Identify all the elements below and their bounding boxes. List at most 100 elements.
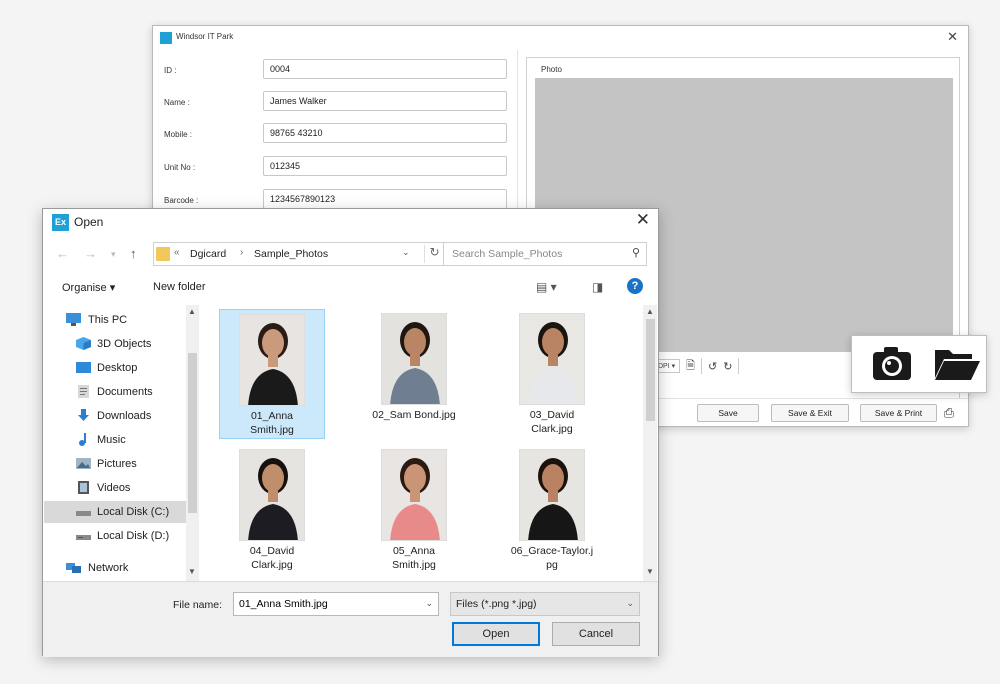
cube-icon [76,337,91,350]
chevron-down-icon[interactable]: ⌄ [626,598,634,609]
dialog-footer: File name: ⌄ Files (*.png *.jpg) ⌄ Open … [43,581,658,657]
open-file-dialog: Ex Open ✕ ← → ▾ ↑ « Dgicard › Sample_Pho… [42,208,659,657]
organise-button[interactable]: Organise ▾ [62,281,115,294]
photo-thumbnail [519,313,585,405]
photo-toolbar: DPI ▾ 🗎 ↺ ↻ [653,355,740,377]
file-item[interactable]: 04_David Clark.jpg [219,445,325,575]
back-arrow-icon[interactable]: ← [56,246,69,261]
file-item[interactable]: 01_Anna Smith.jpg [219,309,325,439]
nav-item-desktop[interactable]: Desktop [44,357,186,379]
search-input[interactable] [444,243,624,265]
file-list-scrollbar[interactable]: ▲ ▼ [643,305,657,581]
id-field[interactable]: 0004 [263,59,507,79]
save-print-button[interactable]: Save & Print [860,404,937,422]
file-name-combobox[interactable]: ⌄ [233,592,439,616]
nav-item-network[interactable]: Network [44,557,186,579]
camera-icon[interactable] [870,344,914,384]
rotate-right-icon[interactable]: ↻ [723,360,732,373]
file-name: 01_Anna Smith.jpg [250,410,294,436]
scroll-down-icon[interactable]: ▼ [646,567,654,576]
navigation-scrollbar[interactable]: ▲ ▼ [186,305,199,581]
print-preview-icon[interactable]: ⎙ [939,404,959,422]
address-bar[interactable]: « Dgicard › Sample_Photos ⌄ ↻ [153,242,445,266]
portrait-silhouette [248,458,298,540]
forward-arrow-icon[interactable]: → [84,246,97,261]
help-icon[interactable]: ? [627,278,643,294]
portrait-face [542,464,564,492]
documents-icon [78,385,89,398]
drive-icon [76,535,91,540]
navigation-pane: This PC 3D Objects Desktop Documents Dow… [44,305,199,581]
cancel-button[interactable]: Cancel [552,622,640,646]
close-icon[interactable]: ✕ [947,29,958,45]
scrollbar-thumb[interactable] [646,319,655,421]
unit-no-label: Unit No : [164,163,196,172]
file-item[interactable]: 02_Sam Bond.jpg [361,309,467,439]
refresh-icon[interactable]: ↻ [424,245,444,263]
portrait-torso [528,504,578,540]
recent-chevron-icon[interactable]: ▾ [111,249,116,260]
mobile-field[interactable]: 98765 43210 [263,123,507,143]
chevron-down-icon[interactable]: ⌄ [402,247,410,258]
pictures-icon [76,458,91,469]
desktop-icon [76,362,91,373]
up-arrow-icon[interactable]: ↑ [130,246,137,261]
photo-thumbnail [239,449,305,541]
portrait-torso [528,368,578,404]
scrollbar-thumb[interactable] [188,353,197,513]
file-icon[interactable]: 🗎 [686,357,695,376]
close-icon[interactable]: ✕ [636,210,650,230]
dialog-title: Open [74,215,104,229]
nav-item-videos[interactable]: Videos [44,477,186,499]
photo-thumbnail [381,313,447,405]
preview-pane-icon[interactable]: ◨ [592,280,603,294]
breadcrumb-sample-photos[interactable]: Sample_Photos [254,248,328,260]
rotate-left-icon[interactable]: ↺ [708,360,717,373]
file-type-select[interactable]: Files (*.png *.jpg) ⌄ [450,592,640,616]
new-folder-button[interactable]: New folder [153,281,206,293]
file-name-label: File name: [173,599,223,611]
nav-item-downloads[interactable]: Downloads [44,405,186,427]
photo-source-callout [851,335,987,393]
unit-no-field[interactable]: 012345 [263,156,507,176]
nav-item-pictures[interactable]: Pictures [44,453,186,475]
search-icon[interactable]: ⚲ [632,246,640,259]
view-options-icon[interactable]: ▤ ▾ [536,280,557,294]
file-item[interactable]: 05_Anna Smith.jpg [361,445,467,575]
breadcrumb-dgicard[interactable]: Dgicard [190,248,226,260]
portrait-face [542,328,564,356]
nav-item-local-disk-c[interactable]: Local Disk (C:) [44,501,186,523]
scroll-up-icon[interactable]: ▲ [646,307,654,316]
portrait-torso [248,504,298,540]
file-name: 03_David Clark.jpg [529,409,575,435]
drive-icon [76,511,91,516]
folder-open-icon[interactable] [932,344,982,384]
open-button[interactable]: Open [452,622,540,646]
chevron-down-icon[interactable]: ⌄ [425,598,433,609]
scroll-up-icon[interactable]: ▲ [188,307,196,316]
command-bar: Organise ▾ New folder ▤ ▾ ◨ [43,275,658,301]
barcode-label: Barcode : [164,196,199,205]
name-label: Name : [164,98,190,107]
save-button[interactable]: Save [697,404,759,422]
portrait-face [262,329,284,357]
file-item[interactable]: 03_David Clark.jpg [499,309,605,439]
nav-item-documents[interactable]: Documents [44,381,186,403]
nav-item-music[interactable]: Music [44,429,186,451]
file-name: 02_Sam Bond.jpg [372,409,456,421]
file-name: 05_Anna Smith.jpg [392,545,436,571]
search-box[interactable]: ⚲ [443,242,647,266]
nav-item-3d-objects[interactable]: 3D Objects [44,333,186,355]
nav-item-local-disk-d[interactable]: Local Disk (D:) [44,525,186,547]
nav-item-this-pc[interactable]: This PC [44,309,186,331]
file-item[interactable]: 06_Grace-Taylor.j pg [499,445,605,575]
barcode-field[interactable]: 1234567890123 [263,189,507,209]
photo-label: Photo [541,65,562,74]
save-exit-button[interactable]: Save & Exit [771,404,849,422]
scroll-down-icon[interactable]: ▼ [188,567,196,576]
photo-thumbnail [519,449,585,541]
breadcrumb-overflow-icon[interactable]: « [174,247,180,258]
name-field[interactable]: James Walker [263,91,507,111]
file-name-input[interactable] [234,593,418,615]
portrait-face [404,328,426,356]
